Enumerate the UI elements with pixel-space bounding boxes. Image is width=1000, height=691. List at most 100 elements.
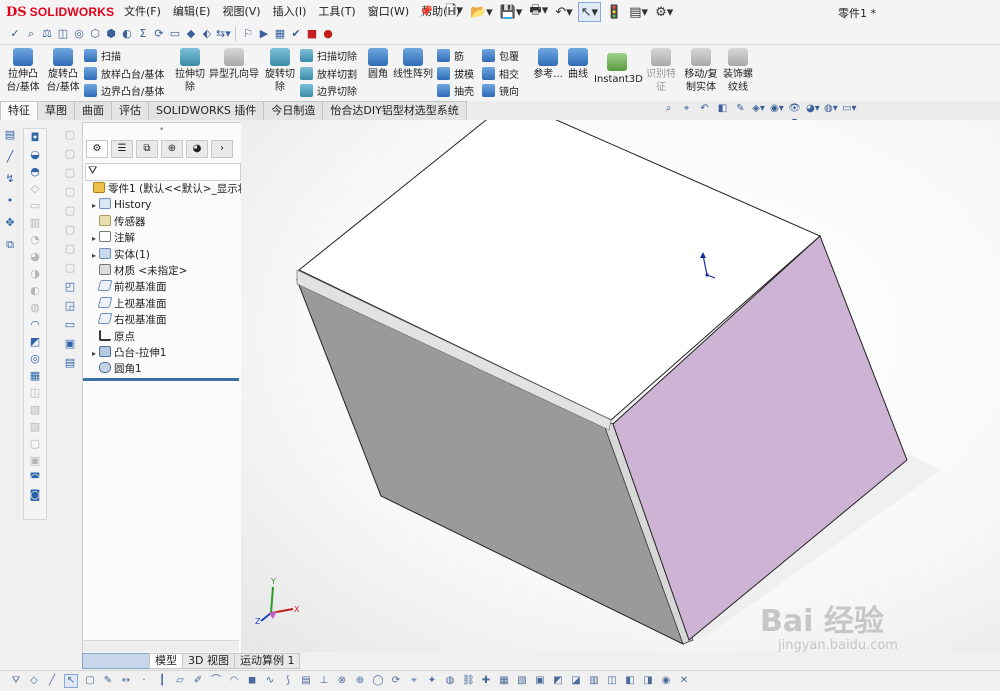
- filter-assemblies-icon[interactable]: ◧: [624, 675, 636, 687]
- tab-model[interactable]: 模型: [149, 653, 183, 669]
- model-canvas[interactable]: [241, 120, 1000, 652]
- filter-mid-icon[interactable]: ⌖: [408, 675, 420, 687]
- checkmark-icon[interactable]: ✔: [289, 27, 303, 41]
- menu-insert[interactable]: 插入(I): [267, 0, 313, 24]
- tree-item-solid-bodies[interactable]: ▸ 实体(1): [83, 247, 241, 263]
- tree-root-part[interactable]: 零件1 (默认<<默认>_显示状态: [83, 181, 259, 197]
- select-pointer-icon[interactable]: ↖: [64, 674, 78, 688]
- instant3d-button[interactable]: Instant3D: [594, 53, 643, 86]
- graphics-area[interactable]: Y X Z: [241, 120, 1000, 652]
- mirror-button[interactable]: 镜向: [482, 82, 519, 98]
- filter-clear-icon[interactable]: ✕: [678, 675, 690, 687]
- filter-icon[interactable]: ⛛: [85, 163, 241, 181]
- symmetry-check-icon[interactable]: ⬖: [200, 27, 214, 41]
- tree-item-annotations[interactable]: ▸ 注解: [83, 230, 241, 246]
- display-manager-tab-icon[interactable]: ◕: [186, 140, 208, 158]
- filter-surfaces-icon[interactable]: ◠: [228, 675, 240, 687]
- filter-views-icon[interactable]: ◪: [570, 675, 582, 687]
- menu-window[interactable]: 窗口(W): [362, 0, 415, 24]
- print-icon[interactable]: 🖶▾: [527, 3, 550, 21]
- filter-tolerance-icon[interactable]: ⊕: [354, 675, 366, 687]
- solidworks-logo[interactable]: DS SOLIDWORKS: [6, 3, 114, 21]
- curve-icon[interactable]: ◲: [63, 299, 77, 313]
- hole-small-icon[interactable]: ◎: [28, 352, 42, 366]
- import-diagnostics-icon[interactable]: ⬢: [104, 27, 118, 41]
- filter-tables-icon[interactable]: ▦: [498, 675, 510, 687]
- tree-item-right-plane[interactable]: 右视基准面: [83, 312, 241, 328]
- geometry-analysis-icon[interactable]: ⬡: [88, 27, 102, 41]
- fillet-button[interactable]: 圆角: [364, 48, 392, 81]
- filter-components-icon[interactable]: ◩: [552, 675, 564, 687]
- rebuild-icon[interactable]: 🚦: [604, 3, 624, 21]
- open-icon[interactable]: 📂▾: [468, 3, 495, 21]
- boundary-boss-button[interactable]: 边界凸台/基体: [84, 82, 164, 98]
- menu-file[interactable]: 文件(F): [118, 0, 167, 24]
- mass-properties-icon[interactable]: ⚖: [40, 27, 54, 41]
- revolve-boss-button[interactable]: 旋转凸 台/基体: [44, 48, 82, 94]
- coordinate-system-icon[interactable]: ✥: [3, 216, 17, 230]
- run-macro-icon[interactable]: ▶: [257, 27, 271, 41]
- property-manager-tab-icon[interactable]: ☰: [111, 140, 133, 158]
- boundary-cut-button[interactable]: 边界切除: [300, 82, 357, 98]
- check-icon[interactable]: ◎: [72, 27, 86, 41]
- filter-bodies-icon[interactable]: ◼: [246, 675, 258, 687]
- draft-button[interactable]: 拔模: [437, 65, 474, 81]
- filter-curves-icon[interactable]: ∿: [264, 675, 276, 687]
- instant-icon[interactable]: ▤: [63, 356, 77, 370]
- tree-item-material[interactable]: 材质 <未指定>: [83, 263, 241, 279]
- tree-item-origin[interactable]: 原点: [83, 329, 241, 345]
- filter-notes-icon[interactable]: ✐: [192, 675, 204, 687]
- macro-icon[interactable]: ⚐: [241, 27, 255, 41]
- tree-item-fillet[interactable]: 圆角1: [83, 361, 241, 377]
- save-icon[interactable]: 💾▾: [498, 3, 525, 21]
- reference-geometry-button[interactable]: 参考...: [532, 48, 564, 81]
- tab-addins[interactable]: SOLIDWORKS 插件: [148, 101, 265, 120]
- tree-item-boss-extrude[interactable]: ▸ 凸台-拉伸1: [83, 345, 241, 361]
- tab-today-manufacturing[interactable]: 今日制造: [263, 101, 324, 120]
- rollback-bar[interactable]: [83, 378, 239, 381]
- tab-scroll-arrows-icon[interactable]: [82, 653, 150, 669]
- dynamic-annotation-icon[interactable]: ✎: [734, 102, 747, 115]
- revolve-cut-button[interactable]: 旋转切 除: [262, 48, 298, 94]
- filter-connection-icon[interactable]: ⛓: [462, 675, 475, 687]
- filter-loops-icon[interactable]: ⟳: [390, 675, 402, 687]
- filter-sketch-icon[interactable]: ✎: [102, 675, 114, 687]
- tab-3d-views[interactable]: 3D 视图: [182, 653, 235, 669]
- linear-pattern-button[interactable]: 线性阵列: [392, 48, 434, 81]
- pin-menu-icon[interactable]: 📌: [418, 4, 434, 20]
- feature-tree-tab-icon[interactable]: ⚙: [86, 140, 108, 158]
- revolve-boss-small-icon[interactable]: ◒: [28, 148, 42, 162]
- filter-datums-icon[interactable]: ⊥: [318, 675, 330, 687]
- tab-sketch[interactable]: 草图: [37, 101, 75, 120]
- filter-all-icon[interactable]: ◉: [660, 675, 672, 687]
- zoom-to-fit-icon[interactable]: ⌕: [662, 102, 675, 115]
- sweep-small-icon[interactable]: ◓: [28, 165, 42, 179]
- filter-mates-icon[interactable]: ◨: [642, 675, 654, 687]
- filter-axes-icon[interactable]: ┃: [156, 675, 168, 687]
- tab-motion-study[interactable]: 运动算例 1: [233, 653, 301, 669]
- filter-dims-icon[interactable]: ↔: [120, 675, 132, 687]
- dimxpert-tab-icon[interactable]: ⊕: [161, 140, 183, 158]
- tree-item-sensors[interactable]: 传感器: [83, 214, 241, 230]
- tab-features[interactable]: 特征: [0, 101, 38, 120]
- flex-small-icon[interactable]: ◙: [28, 488, 42, 502]
- sketch-icon[interactable]: ▤: [3, 128, 17, 142]
- menu-view[interactable]: 视图(V): [216, 0, 266, 24]
- edit-appearance-icon[interactable]: ◕▾: [806, 102, 820, 115]
- measure-icon[interactable]: ⌕: [24, 27, 38, 41]
- zoom-to-area-icon[interactable]: ⌖: [680, 102, 693, 115]
- select-arrow-icon[interactable]: ↖▾: [577, 2, 602, 22]
- spell-check-icon[interactable]: ✓: [8, 27, 22, 41]
- configuration-manager-tab-icon[interactable]: ⧉: [136, 140, 158, 158]
- file-properties-icon[interactable]: ▤▾: [627, 3, 650, 21]
- filter-balloons-icon[interactable]: ◯: [372, 675, 384, 687]
- filter-symbols-icon[interactable]: ✦: [426, 675, 438, 687]
- extrude-boss-button[interactable]: 拉伸凸 台/基体: [4, 48, 42, 94]
- dome-small-icon[interactable]: ◚: [28, 471, 42, 485]
- wrap-button[interactable]: 包覆: [482, 47, 519, 63]
- grid-icon[interactable]: ▦: [273, 27, 287, 41]
- filter-vertices-icon[interactable]: ◇: [28, 675, 40, 687]
- filter-sheets-icon[interactable]: ▥: [588, 675, 600, 687]
- cosmetic-thread-button[interactable]: 装饰螺 纹线: [720, 48, 756, 94]
- filter-centermark-icon[interactable]: ✚: [480, 675, 492, 687]
